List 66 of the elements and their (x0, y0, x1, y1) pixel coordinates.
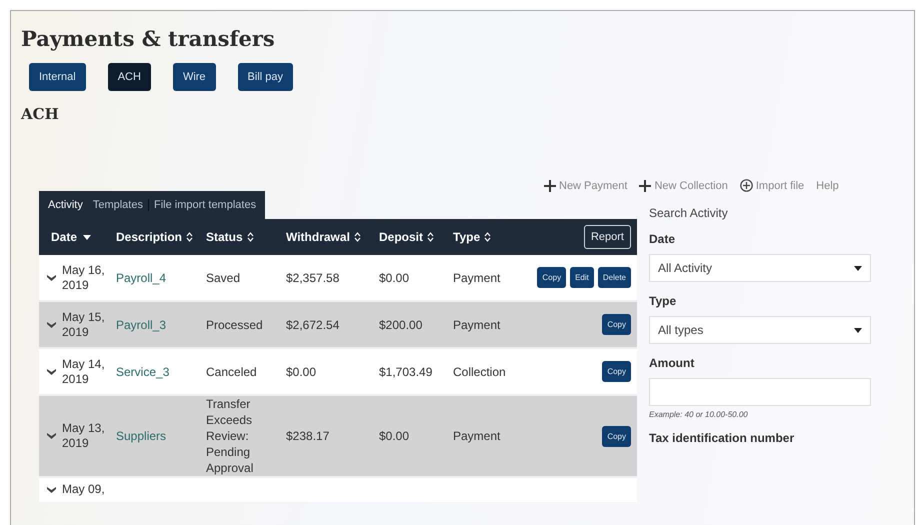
search-title: Search Activity (649, 206, 729, 220)
date-cell: May 09, (62, 482, 106, 497)
status-cell: Processed (206, 316, 264, 332)
description-link[interactable]: Payroll_4 (116, 270, 166, 284)
row-action-button[interactable]: Delete (598, 267, 631, 288)
column-header[interactable]: Status (206, 230, 286, 244)
status-cell-text: Canceled (206, 364, 258, 380)
description-link[interactable]: Payroll_3 (116, 318, 166, 332)
row-action-button[interactable]: Edit (570, 267, 594, 288)
date-cell: May 16, 2019 (62, 262, 106, 292)
report-button[interactable]: Report (584, 225, 631, 249)
type-cell: Collection (453, 364, 506, 378)
column-header[interactable]: Date (39, 230, 116, 244)
chevron-down-icon[interactable] (47, 433, 56, 439)
field-hint: Example: 40 or 10.00-50.00 (649, 410, 749, 419)
date-cell: May 13, 2019 (62, 421, 106, 451)
row-action-button[interactable]: Copy (602, 426, 631, 446)
nav-button[interactable]: Bill pay (238, 63, 294, 91)
dropdown[interactable]: All Activity (649, 254, 871, 282)
status-cell-text: Saved (206, 270, 242, 286)
section-heading: ACH (21, 105, 60, 123)
chevron-down-icon[interactable] (47, 486, 56, 492)
date-cell: May 14, 2019 (62, 356, 106, 386)
type-cell: Payment (453, 318, 500, 332)
page-title: Payments & transfers (21, 25, 276, 53)
dropdown[interactable]: All types (649, 316, 871, 344)
field-label: Amount (649, 356, 696, 370)
add-circle-icon (740, 179, 753, 192)
withdrawal-cell: $2,357.58 (286, 270, 340, 284)
tab[interactable]: Templates (88, 199, 148, 211)
status-cell-text: Transfer Exceeds Review: Pending Approval (206, 396, 254, 476)
column-header[interactable]: Description (116, 230, 206, 244)
withdrawal-cell: $238.17 (286, 429, 330, 443)
deposit-cell: $0.00 (379, 270, 410, 284)
plus-icon (639, 180, 652, 192)
type-cell: Payment (453, 270, 500, 284)
date-cell: May 15, 2019 (62, 310, 106, 340)
deposit-cell: $1,703.49 (379, 364, 432, 378)
nav-button[interactable]: Wire (172, 63, 216, 91)
deposit-cell: $200.00 (379, 318, 422, 332)
withdrawal-cell: $0.00 (286, 364, 316, 378)
column-header[interactable]: Withdrawal (286, 230, 379, 244)
plus-icon (544, 180, 556, 192)
chevron-down-icon[interactable] (47, 322, 56, 328)
description-link[interactable]: Service_3 (116, 364, 170, 378)
type-cell: Payment (453, 429, 500, 443)
description-link[interactable]: Suppliers (116, 429, 166, 443)
field-label: Type (649, 294, 678, 308)
tab[interactable]: File import templates (148, 199, 262, 211)
nav-button[interactable]: ACH (108, 63, 151, 91)
field-label: Tax identification number (649, 431, 796, 445)
chevron-down-icon[interactable] (47, 368, 56, 374)
column-header[interactable]: Type (453, 230, 516, 244)
row-action-button[interactable]: Copy (602, 361, 631, 382)
column-header[interactable]: Deposit (379, 230, 453, 244)
nav-button[interactable]: Internal (29, 63, 86, 91)
row-action-button[interactable]: Copy (602, 314, 631, 335)
chevron-down-icon[interactable] (47, 274, 56, 280)
deposit-cell: $0.00 (379, 429, 410, 443)
row-action-button[interactable]: Copy (537, 267, 566, 288)
field-label: Date (649, 232, 676, 246)
dropdown-arrow-icon (854, 266, 862, 270)
tab[interactable]: Activity (43, 199, 88, 211)
amount-input[interactable] (649, 378, 871, 406)
dropdown-arrow-icon (854, 328, 862, 332)
withdrawal-cell: $2,672.54 (286, 318, 340, 332)
